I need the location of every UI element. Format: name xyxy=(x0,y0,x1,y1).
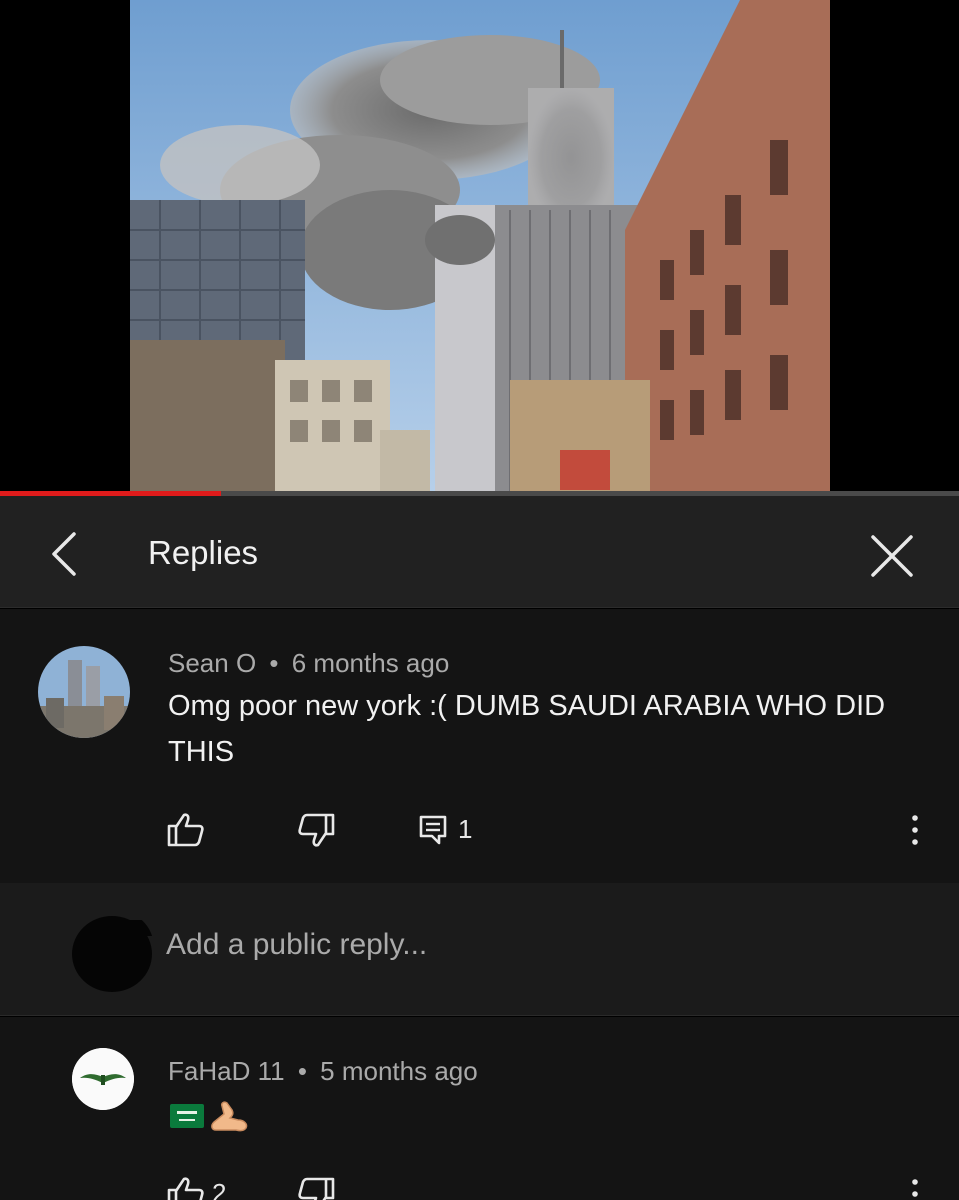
thumbs-up-icon[interactable] xyxy=(166,812,206,853)
video-player[interactable] xyxy=(0,0,959,496)
thumbs-up-icon[interactable] xyxy=(166,1176,206,1200)
reply-meta: FaHaD 11 • 5 months ago xyxy=(168,1056,478,1087)
reply-item xyxy=(0,1017,959,1200)
reply-input[interactable] xyxy=(166,928,766,962)
comment-icon[interactable] xyxy=(418,814,450,851)
comment-meta: Sean O • 6 months ago xyxy=(168,648,449,679)
replies-header xyxy=(0,496,959,608)
saudi-flag-emoji xyxy=(170,1104,204,1128)
reply-count: 1 xyxy=(458,814,473,844)
avatar[interactable] xyxy=(72,1048,134,1110)
page-title: Replies xyxy=(148,534,259,571)
close-icon[interactable] xyxy=(866,530,918,582)
comment-author[interactable]: Sean O xyxy=(168,648,256,678)
video-thumbnail-image xyxy=(130,0,830,496)
chevron-left-icon[interactable] xyxy=(44,528,88,580)
more-vertical-icon[interactable] xyxy=(908,1176,922,1200)
reply-author[interactable]: FaHaD 11 xyxy=(168,1056,285,1086)
thumbs-down-icon[interactable] xyxy=(296,1176,336,1200)
reply-text xyxy=(168,1098,258,1134)
reply-timestamp: 5 months ago xyxy=(320,1056,478,1086)
thumbs-down-icon[interactable] xyxy=(296,812,336,853)
comment-timestamp: 6 months ago xyxy=(291,648,450,678)
more-vertical-icon[interactable] xyxy=(908,812,922,853)
meta-separator: • xyxy=(297,1056,307,1086)
user-avatar xyxy=(70,910,154,994)
meta-separator: • xyxy=(269,648,279,678)
video-frame[interactable] xyxy=(130,0,830,496)
avatar[interactable] xyxy=(38,646,130,738)
comment-text: Omg poor new york :( DUMB SAUDI ARABIA W… xyxy=(168,690,886,768)
like-count: 2 xyxy=(212,1178,227,1200)
flexed-biceps-emoji xyxy=(211,1101,248,1132)
